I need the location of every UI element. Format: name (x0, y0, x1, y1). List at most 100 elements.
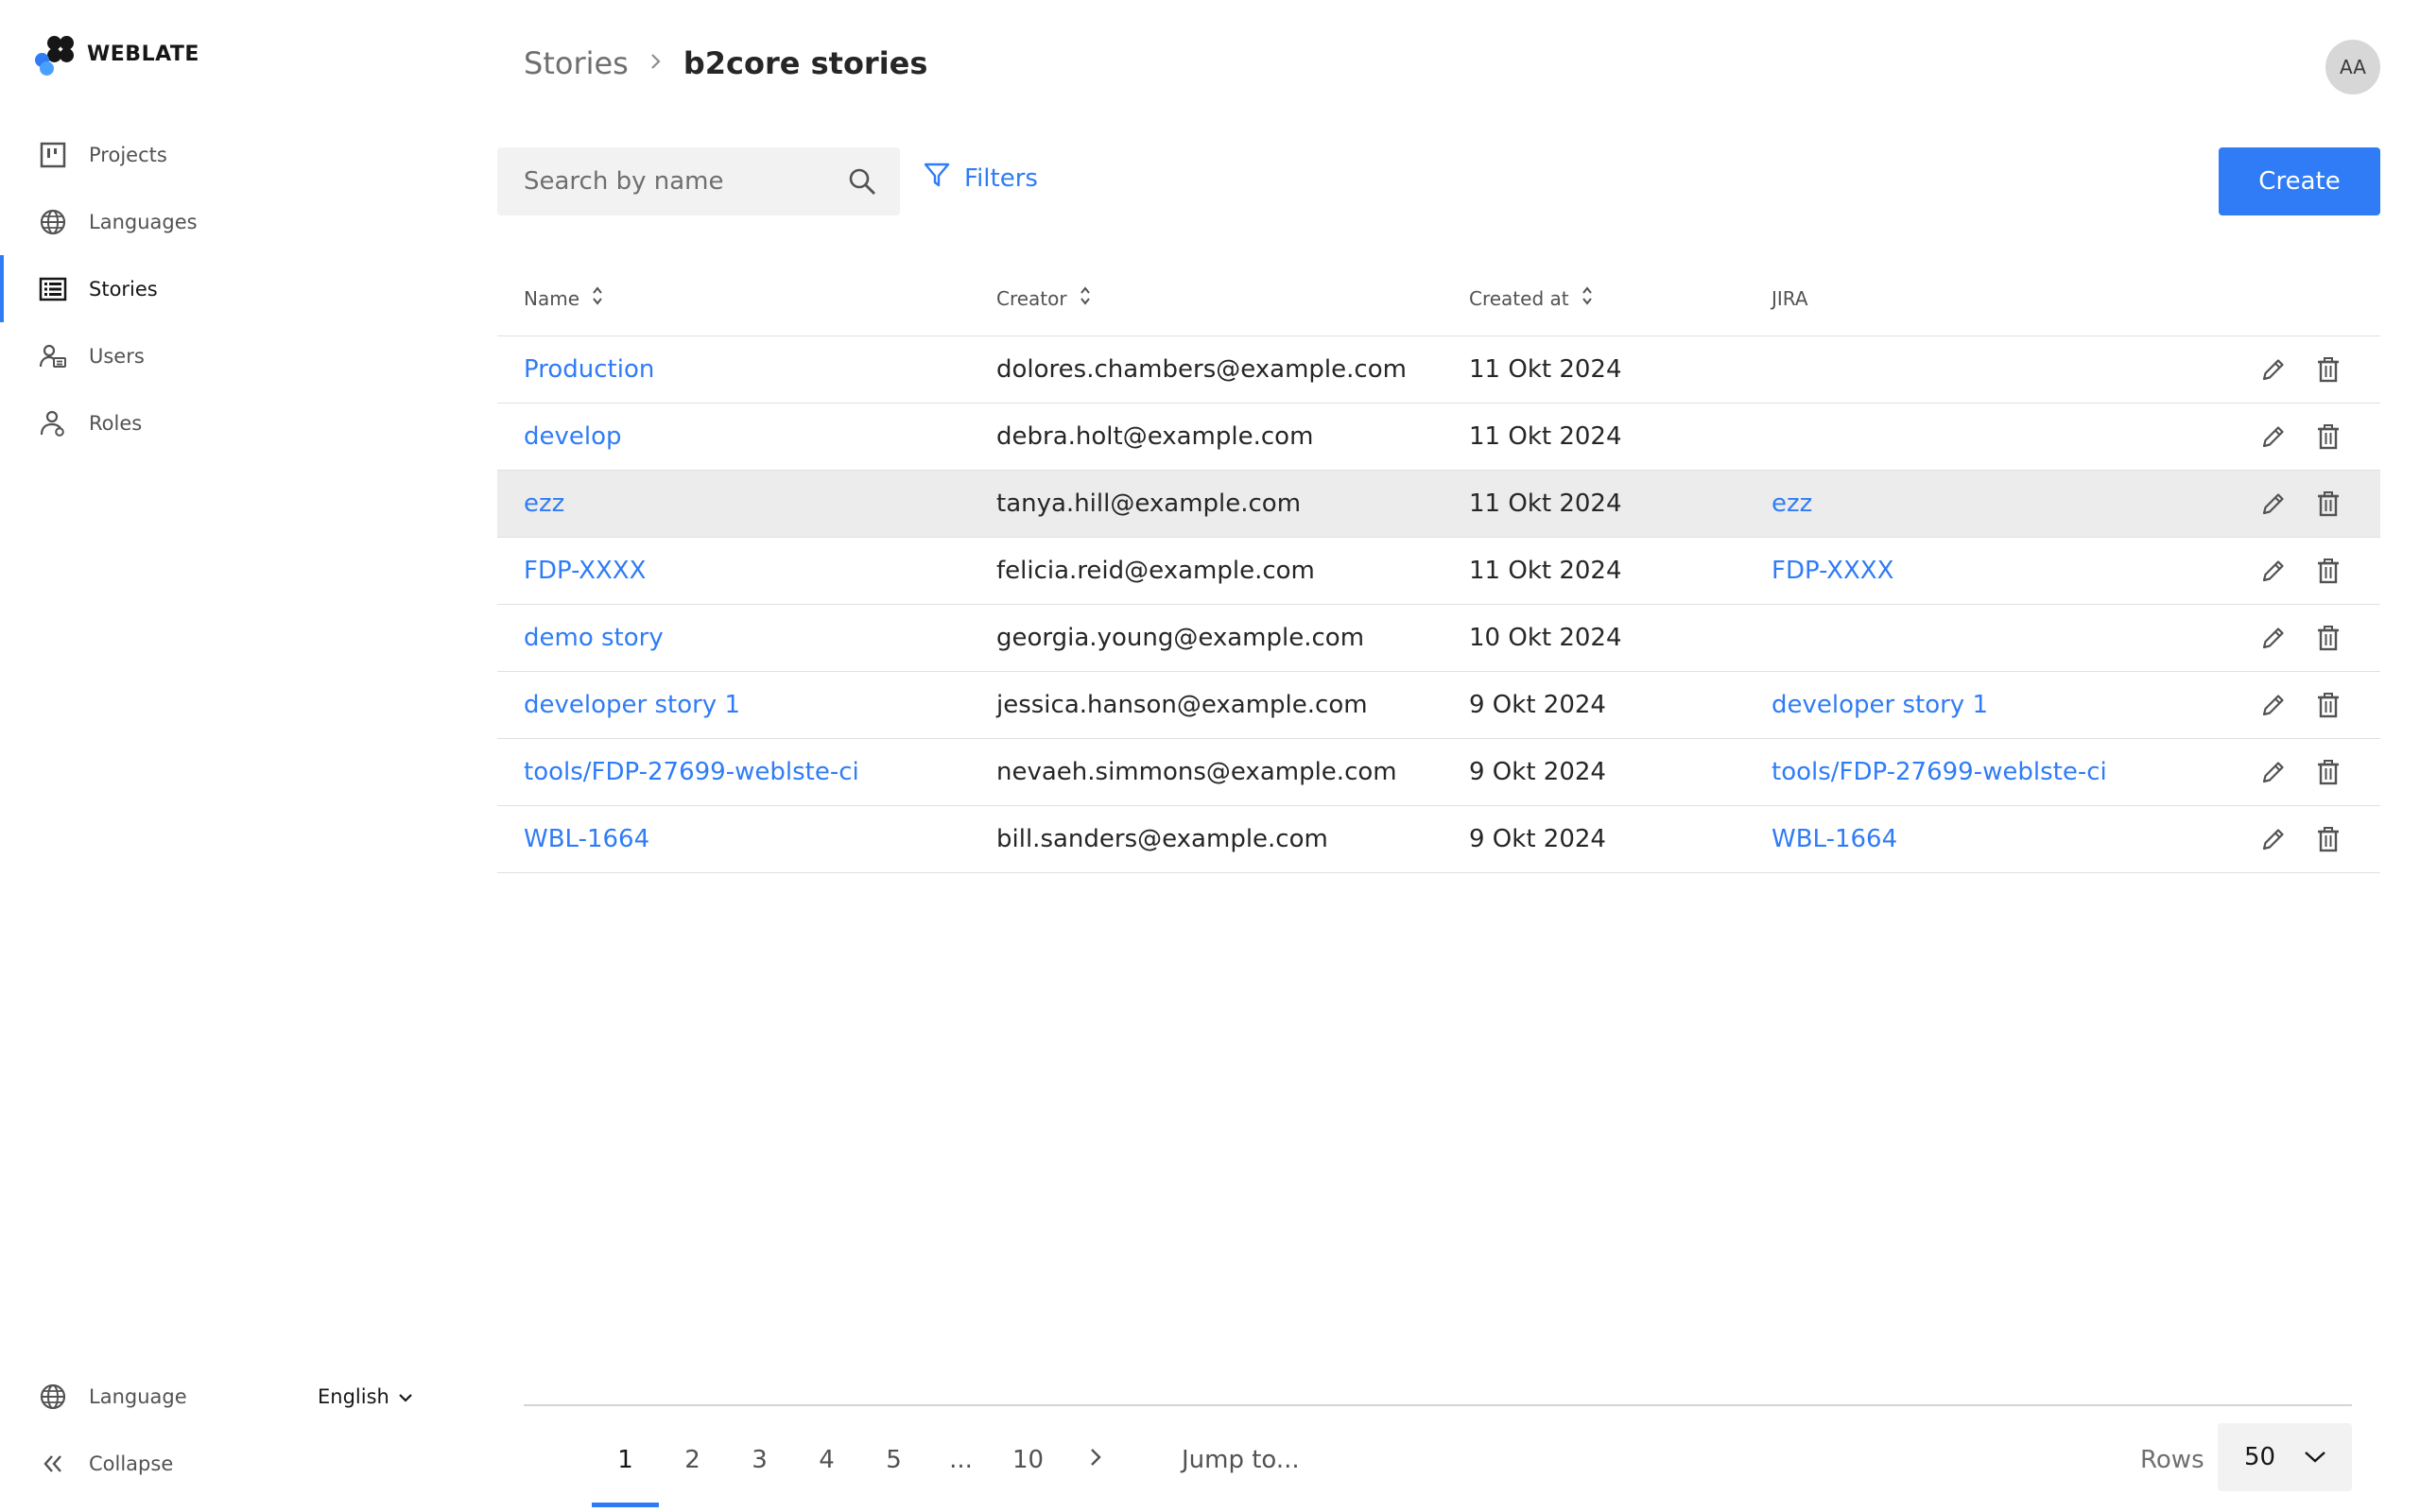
table-row[interactable]: developer story 1 jessica.hanson@example.… (497, 672, 2380, 739)
table-row[interactable]: Production dolores.chambers@example.com 11… (497, 336, 2380, 404)
page-button[interactable]: 3 (726, 1422, 793, 1498)
delete-icon[interactable] (2314, 758, 2342, 786)
collapse-button[interactable]: Collapse (0, 1430, 475, 1497)
story-name-link[interactable]: WBL-1664 (524, 825, 649, 853)
jump-to-page-input[interactable]: Jump to... (1182, 1422, 1300, 1498)
sidebar-item-languages[interactable]: Languages (0, 188, 475, 255)
collapse-label: Collapse (89, 1452, 174, 1475)
sidebar-item-projects[interactable]: Projects (0, 121, 475, 188)
row-actions (2218, 422, 2380, 451)
delete-icon[interactable] (2314, 557, 2342, 585)
sidebar-item-label: Roles (89, 411, 143, 435)
story-name-link[interactable]: tools/FDP-27699-weblste-ci (524, 758, 859, 786)
created-at-cell: 11 Okt 2024 (1469, 355, 1622, 384)
story-name-cell: demo story (497, 624, 970, 652)
story-name-link[interactable]: develop (524, 422, 622, 451)
creator-cell: dolores.chambers@example.com (996, 355, 1407, 384)
breadcrumb-parent[interactable]: Stories (524, 45, 629, 81)
globe-icon (38, 1382, 68, 1412)
row-actions (2218, 825, 2380, 853)
column-header-creator[interactable]: Creator (970, 284, 1443, 312)
sort-icon (1581, 284, 1594, 312)
logo[interactable]: WEBLATE (34, 34, 199, 76)
delete-icon[interactable] (2314, 825, 2342, 853)
story-name-cell: developer story 1 (497, 691, 970, 719)
rows-per-page-select[interactable]: 50 (2218, 1423, 2352, 1491)
sidebar-item-label: Users (89, 344, 145, 368)
search-box (497, 147, 900, 215)
edit-icon[interactable] (2259, 624, 2288, 652)
jira-link[interactable]: developer story 1 (1772, 691, 1988, 719)
story-name-link[interactable]: FDP-XXXX (524, 557, 646, 585)
created-at-cell: 9 Okt 2024 (1469, 691, 1606, 719)
table-row[interactable]: ezz tanya.hill@example.com 11 Okt 2024 ezz (497, 471, 2380, 538)
column-header-created-at[interactable]: Created at (1443, 284, 1745, 312)
jira-link[interactable]: WBL-1664 (1772, 825, 1897, 853)
sort-icon (1079, 284, 1092, 312)
table-row[interactable]: FDP-XXXX felicia.reid@example.com 11 Okt 2… (497, 538, 2380, 605)
page-button[interactable]: 4 (793, 1422, 860, 1498)
edit-icon[interactable] (2259, 355, 2288, 384)
delete-icon[interactable] (2314, 624, 2342, 652)
jira-cell: developer story 1 (1745, 691, 2218, 719)
row-actions (2218, 557, 2380, 585)
jira-link[interactable]: FDP-XXXX (1772, 557, 1893, 585)
column-label: Creator (996, 286, 1067, 310)
jira-link[interactable]: tools/FDP-27699-weblste-ci (1772, 758, 2107, 786)
language-value: English (318, 1384, 389, 1408)
page-button[interactable]: 1 (592, 1422, 659, 1507)
row-actions (2218, 355, 2380, 384)
page-button[interactable]: 5 (860, 1422, 927, 1498)
delete-icon[interactable] (2314, 422, 2342, 451)
page-ellipsis: ... (949, 1446, 973, 1474)
chevron-right-icon (1088, 1445, 1103, 1476)
story-name-link[interactable]: Production (524, 355, 654, 384)
edit-icon[interactable] (2259, 825, 2288, 853)
jira-cell: tools/FDP-27699-weblste-ci (1745, 758, 2218, 786)
table-row[interactable]: tools/FDP-27699-weblste-ci nevaeh.simmons… (497, 739, 2380, 806)
row-actions (2218, 624, 2380, 652)
sidebar-item-stories[interactable]: Stories (0, 255, 475, 322)
sidebar-item-label: Projects (89, 143, 167, 166)
row-actions (2218, 758, 2380, 786)
language-select[interactable]: English (318, 1363, 414, 1430)
jira-link[interactable]: ezz (1772, 490, 1812, 518)
story-name-link[interactable]: ezz (524, 490, 564, 518)
story-name-link[interactable]: developer story 1 (524, 691, 740, 719)
sidebar: WEBLATE Projects Languages Stories Users (0, 0, 475, 1512)
table-row[interactable]: WBL-1664 bill.sanders@example.com 9 Okt 20… (497, 806, 2380, 873)
search-icon[interactable] (847, 166, 877, 200)
edit-icon[interactable] (2259, 557, 2288, 585)
story-name-link[interactable]: demo story (524, 624, 664, 652)
edit-icon[interactable] (2259, 691, 2288, 719)
page-button[interactable]: 2 (659, 1422, 726, 1498)
table-row[interactable]: develop debra.holt@example.com 11 Okt 2024 (497, 404, 2380, 471)
delete-icon[interactable] (2314, 355, 2342, 384)
column-header-name[interactable]: Name (497, 284, 970, 312)
column-label: JIRA (1772, 286, 1808, 310)
rows-per-page-label: Rows (2140, 1446, 2204, 1474)
sidebar-item-users[interactable]: Users (0, 322, 475, 389)
sidebar-footer: Language English Collapse (0, 1363, 475, 1497)
delete-icon[interactable] (2314, 691, 2342, 719)
edit-icon[interactable] (2259, 490, 2288, 518)
create-button[interactable]: Create (2219, 147, 2380, 215)
table-row[interactable]: demo story georgia.young@example.com 10 Ok… (497, 605, 2380, 672)
avatar[interactable]: AA (2325, 40, 2380, 94)
story-name-cell: ezz (497, 490, 970, 518)
chevron-down-icon (397, 1385, 414, 1408)
story-name-cell: develop (497, 422, 970, 451)
creator-cell: tanya.hill@example.com (996, 490, 1302, 518)
creator-cell: georgia.young@example.com (996, 624, 1365, 652)
edit-icon[interactable] (2259, 758, 2288, 786)
row-actions (2218, 490, 2380, 518)
search-input[interactable] (524, 167, 826, 196)
next-page-button[interactable] (1062, 1422, 1129, 1498)
filters-button[interactable]: Filters (923, 161, 1038, 196)
delete-icon[interactable] (2314, 490, 2342, 518)
sidebar-item-roles[interactable]: Roles (0, 389, 475, 456)
page-title: b2core stories (683, 45, 928, 81)
page-button[interactable]: 10 (994, 1422, 1062, 1498)
app-name: WEBLATE (87, 42, 199, 66)
edit-icon[interactable] (2259, 422, 2288, 451)
